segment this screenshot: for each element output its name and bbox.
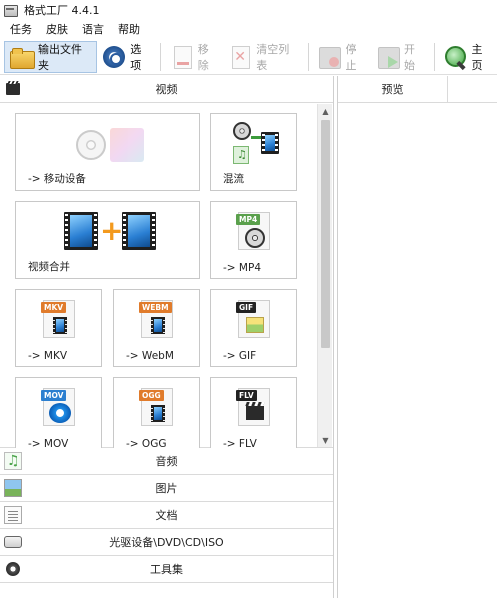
music-note-icon bbox=[4, 452, 22, 470]
menu-language[interactable]: 语言 bbox=[82, 21, 104, 37]
landscape-picture-icon bbox=[4, 479, 22, 497]
remove-button[interactable]: 移除 bbox=[165, 41, 224, 73]
toolbar-separator bbox=[159, 42, 161, 71]
start-button[interactable]: 开始 bbox=[371, 41, 430, 73]
video-tiles-scrollbar[interactable]: ▲ ▼ bbox=[317, 104, 332, 447]
scroll-thumb[interactable] bbox=[321, 120, 330, 348]
tile-mix[interactable]: ♫ 混流 bbox=[210, 113, 297, 191]
stop-icon bbox=[316, 44, 342, 70]
menu-skin[interactable]: 皮肤 bbox=[46, 21, 68, 37]
home-magnifier-icon bbox=[443, 44, 469, 70]
category-optical-header[interactable]: 光驱设备\DVD\CD\ISO bbox=[0, 529, 333, 556]
webm-file-icon: WEBM bbox=[139, 300, 173, 338]
task-list-header: 预览 bbox=[338, 76, 497, 103]
category-picture-header[interactable]: 图片 bbox=[0, 475, 333, 502]
tile-webm-label: -> WebM bbox=[126, 350, 174, 362]
toolbar-separator bbox=[307, 42, 309, 71]
output-folder-label: 输出文件夹 bbox=[38, 42, 82, 72]
flv-file-icon: FLV bbox=[236, 388, 270, 426]
remove-file-icon bbox=[169, 44, 195, 70]
tile-mobile-device[interactable]: -> 移动设备 bbox=[15, 113, 200, 191]
home-button[interactable]: 主页 bbox=[439, 41, 497, 73]
category-panel: 视频 -> 移动设备 ♫ 混流 + 视频合并 MP4 -> MP4 MKV ->… bbox=[0, 76, 334, 598]
tile-mkv[interactable]: MKV -> MKV bbox=[15, 289, 102, 367]
video-tiles-area: -> 移动设备 ♫ 混流 + 视频合并 MP4 -> MP4 MKV -> MK… bbox=[0, 103, 333, 455]
stop-label: 停止 bbox=[345, 42, 357, 72]
options-button[interactable]: 选项 bbox=[97, 41, 156, 73]
mov-file-icon: MOV bbox=[41, 388, 75, 426]
clear-list-label: 清空列表 bbox=[256, 42, 290, 72]
stop-button[interactable]: 停止 bbox=[312, 41, 371, 73]
column-preview[interactable]: 预览 bbox=[338, 76, 448, 102]
menu-help[interactable]: 帮助 bbox=[118, 21, 140, 37]
options-label: 选项 bbox=[130, 42, 142, 72]
scroll-up-arrow-icon[interactable]: ▲ bbox=[318, 104, 333, 118]
category-video-header[interactable]: 视频 bbox=[0, 76, 333, 103]
window-title: 格式工厂 4.4.1 bbox=[24, 4, 100, 17]
tile-gif-label: -> GIF bbox=[223, 350, 257, 362]
tile-flv[interactable]: FLV -> FLV bbox=[210, 377, 297, 455]
mkv-file-icon: MKV bbox=[41, 300, 75, 338]
gear-icon bbox=[101, 44, 127, 70]
output-folder-button[interactable]: 输出文件夹 bbox=[4, 40, 98, 73]
tile-mkv-label: -> MKV bbox=[28, 350, 68, 362]
gif-file-icon: GIF bbox=[236, 300, 270, 338]
start-icon bbox=[375, 44, 401, 70]
tile-mp4-label: -> MP4 bbox=[223, 262, 261, 274]
menu-task[interactable]: 任务 bbox=[10, 21, 32, 37]
clear-list-button[interactable]: 清空列表 bbox=[223, 41, 303, 73]
tile-merge-label: 视频合并 bbox=[28, 261, 70, 273]
title-bar: 格式工厂 4.4.1 bbox=[0, 0, 497, 20]
ogg-file-icon: OGG bbox=[139, 388, 173, 426]
task-list-panel: 预览 bbox=[337, 76, 497, 598]
tile-ogg[interactable]: OGG -> OGG bbox=[113, 377, 200, 455]
tile-webm[interactable]: WEBM -> WebM bbox=[113, 289, 200, 367]
start-label: 开始 bbox=[404, 42, 415, 72]
mix-icon: ♫ bbox=[233, 122, 279, 166]
tile-gif[interactable]: GIF -> GIF bbox=[210, 289, 297, 367]
video-merge-icon: + bbox=[64, 212, 158, 252]
mp4-file-icon: MP4 bbox=[236, 212, 270, 250]
category-tools-header[interactable]: 工具集 bbox=[0, 556, 333, 583]
category-document-header[interactable]: 文档 bbox=[0, 502, 333, 529]
category-optical-label: 光驱设备\DVD\CD\ISO bbox=[109, 536, 224, 549]
remove-label: 移除 bbox=[197, 42, 209, 72]
clear-list-icon bbox=[227, 44, 253, 70]
tile-mp4[interactable]: MP4 -> MP4 bbox=[210, 201, 297, 279]
tile-mobile-device-label: -> 移动设备 bbox=[28, 173, 86, 185]
app-icon bbox=[4, 4, 18, 17]
category-audio-header[interactable]: 音频 bbox=[0, 448, 333, 475]
category-tools-label: 工具集 bbox=[150, 563, 183, 576]
tools-disc-icon bbox=[4, 560, 22, 578]
scroll-down-arrow-icon[interactable]: ▼ bbox=[318, 433, 333, 447]
tile-merge[interactable]: + 视频合并 bbox=[15, 201, 200, 279]
tile-mov[interactable]: MOV -> MOV bbox=[15, 377, 102, 455]
folder-icon bbox=[9, 44, 35, 70]
category-audio-label: 音频 bbox=[155, 455, 178, 468]
category-picture-label: 图片 bbox=[155, 482, 178, 495]
home-label: 主页 bbox=[471, 42, 483, 72]
mobile-device-icon bbox=[76, 126, 146, 166]
category-video-label: 视频 bbox=[155, 83, 178, 96]
document-icon bbox=[4, 506, 22, 524]
toolbar: 输出文件夹 选项 移除 清空列表 停止 开始 主页 bbox=[0, 39, 497, 75]
category-document-label: 文档 bbox=[155, 509, 178, 522]
toolbar-separator bbox=[433, 42, 435, 71]
menu-bar: 任务 皮肤 语言 帮助 bbox=[0, 20, 497, 38]
clapperboard-icon bbox=[4, 80, 22, 98]
optical-drive-icon bbox=[4, 536, 22, 548]
tile-mix-label: 混流 bbox=[223, 173, 244, 185]
